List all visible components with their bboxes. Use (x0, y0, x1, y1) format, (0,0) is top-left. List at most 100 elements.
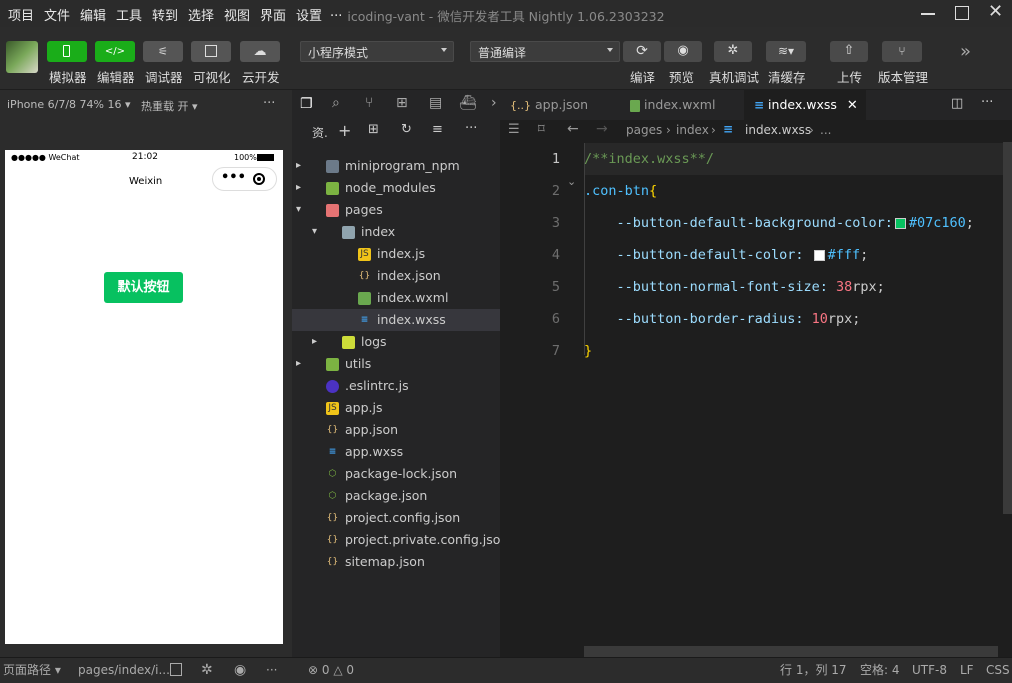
files-icon[interactable]: ❐ (300, 96, 313, 112)
refresh-icon[interactable]: ↻ (401, 122, 412, 137)
capsule-more-icon[interactable]: ••• (221, 170, 246, 185)
code-line[interactable]: --button-default-color: #fff; (584, 239, 869, 271)
color-swatch[interactable] (813, 249, 825, 261)
code-line[interactable]: --button-border-radius: 10rpx; (584, 303, 861, 335)
tree-item[interactable]: ≡ index.wxss (292, 309, 500, 331)
tab-index-wxml[interactable]: index.wxml (620, 90, 742, 120)
tree-item[interactable]: {} project.config.json (292, 507, 500, 529)
tab-index-wxss[interactable]: ≡ index.wxss ✕ (744, 90, 866, 120)
version-button[interactable]: ⑂ (882, 41, 922, 62)
breadcrumb-more[interactable]: ... (820, 123, 831, 137)
code-line[interactable]: /**index.wxss**/ (584, 143, 714, 175)
tree-item[interactable]: .eslintrc.js (292, 375, 500, 397)
mode-select[interactable]: 小程序模式 (300, 41, 454, 62)
outline-icon[interactable]: ▤ (429, 95, 442, 111)
search-icon[interactable]: ⌕ (332, 95, 340, 111)
tree-item[interactable]: {} project.private.config.json (292, 529, 509, 551)
split-editor-icon[interactable]: ◫ (951, 96, 963, 111)
language-mode[interactable]: CSS (986, 658, 1010, 683)
tree-item[interactable]: ▾ pages (292, 199, 500, 221)
eye-icon[interactable]: ◉ (234, 658, 246, 683)
upload-button[interactable]: ⇧ (830, 41, 868, 62)
capsule-close-icon[interactable] (253, 173, 265, 185)
close-window-icon[interactable]: ✕ (988, 3, 1008, 23)
color-swatch[interactable] (894, 217, 906, 229)
avatar[interactable] (6, 41, 38, 73)
code-line[interactable]: --button-default-background-color: #07c16… (584, 207, 974, 239)
back-icon[interactable]: ← (567, 121, 579, 137)
breadcrumb-pages[interactable]: pages (626, 123, 662, 137)
explorer-more-icon[interactable]: ··· (465, 121, 477, 136)
source-control-icon[interactable]: ⑂ (365, 95, 373, 111)
encoding[interactable]: UTF-8 (912, 658, 947, 683)
tree-item[interactable]: JS app.js (292, 397, 500, 419)
simulator-button[interactable] (47, 41, 87, 62)
tree-item[interactable]: index.wxml (292, 287, 500, 309)
tree-arrow-icon[interactable]: ▾ (296, 199, 301, 221)
tree-item[interactable]: ▸ miniprogram_npm (292, 155, 500, 177)
default-button[interactable]: 默认按钮 (104, 272, 183, 303)
code-line[interactable]: } (584, 335, 592, 367)
preview-button[interactable]: ◉ (664, 41, 702, 62)
tree-item[interactable]: ▸ logs (292, 331, 500, 353)
tab-app-json[interactable]: {..} app.json (500, 90, 618, 120)
minimize-icon[interactable] (918, 3, 938, 23)
debugger-button[interactable]: ⚟ (143, 41, 183, 62)
expand-toolbar-icon[interactable]: » (960, 41, 971, 62)
tree-item[interactable]: ▾ index (292, 221, 500, 243)
list-icon[interactable]: ☰ (508, 122, 520, 137)
fold-chevron-icon[interactable]: ⌄ (567, 175, 576, 188)
tree-item[interactable]: {} app.json (292, 419, 500, 441)
tree-arrow-icon[interactable]: ▸ (296, 155, 301, 177)
page-path[interactable]: pages/index/i... (78, 658, 170, 683)
page-path-toggle[interactable]: 页面路径 ▾ (3, 658, 61, 683)
vertical-scrollbar[interactable] (1003, 142, 1012, 514)
breadcrumb-file[interactable]: index.wxss (745, 123, 811, 137)
code-line[interactable]: --button-normal-font-size: 38rpx; (584, 271, 885, 303)
tree-arrow-icon[interactable]: ▸ (296, 177, 301, 199)
capsule-menu[interactable]: ••• (212, 167, 277, 191)
line-ending[interactable]: LF (960, 658, 974, 683)
tree-item[interactable]: {} sitemap.json (292, 551, 500, 573)
extensions-icon[interactable]: ⊞ (396, 95, 408, 111)
tree-item[interactable]: ▸ utils (292, 353, 500, 375)
bug-icon[interactable]: ✲ (201, 658, 213, 683)
tree-arrow-icon[interactable]: ▸ (296, 353, 301, 375)
tree-item[interactable]: ⬡ package-lock.json (292, 463, 500, 485)
visual-button[interactable] (191, 41, 231, 62)
maximize-icon[interactable] (952, 3, 972, 23)
tree-item[interactable]: {} index.json (292, 265, 500, 287)
tree-item[interactable]: JS index.js (292, 243, 500, 265)
cloud-button[interactable]: ☁ (240, 41, 280, 62)
copy-icon[interactable] (170, 663, 182, 676)
new-folder-icon[interactable]: ⊞ (368, 122, 379, 137)
editor[interactable] (500, 90, 1012, 657)
tree-arrow-icon[interactable]: ▾ (312, 221, 317, 243)
code-line[interactable]: .con-btn{ (584, 175, 657, 207)
tree-item[interactable]: ▸ node_modules (292, 177, 500, 199)
breadcrumb-index[interactable]: index (676, 123, 709, 137)
phone-screen[interactable]: ●●●●● WeChat 21:02 100% Weixin ••• 默认按钮 (5, 150, 283, 644)
device-select[interactable]: iPhone 6/7/8 74% 16 ▾ (7, 98, 131, 111)
compile-button[interactable]: ⟳ (623, 41, 661, 62)
bookmark-icon[interactable]: ⌑ (538, 122, 545, 137)
status-more-icon[interactable]: ··· (266, 658, 277, 683)
horizontal-scrollbar[interactable] (584, 646, 998, 657)
simulator-more-icon[interactable]: ··· (263, 96, 275, 111)
tree-item[interactable]: ≡ app.wxss (292, 441, 500, 463)
editor-button[interactable]: </> (95, 41, 135, 62)
indentation[interactable]: 空格: 4 (860, 658, 900, 683)
close-tab-icon[interactable]: ✕ (847, 98, 858, 113)
clear-cache-button[interactable]: ≋▾ (766, 41, 806, 62)
tree-arrow-icon[interactable]: ▸ (312, 331, 317, 353)
docker-icon[interactable]: ⛴ (459, 95, 477, 111)
compile-select[interactable]: 普通编译 (470, 41, 620, 62)
problems-indicator[interactable]: ⊗ 0 △ 0 (308, 658, 354, 683)
new-file-icon[interactable]: + (338, 121, 351, 140)
more-panels-icon[interactable]: › (491, 95, 497, 111)
hot-reload-toggle[interactable]: 热重载 开 ▾ (141, 98, 198, 114)
cursor-position[interactable]: 行 1，列 17 (780, 658, 847, 683)
tree-item[interactable]: ⬡ package.json (292, 485, 500, 507)
remote-debug-button[interactable]: ✲ (714, 41, 752, 62)
collapse-icon[interactable]: ≡ (432, 122, 443, 137)
